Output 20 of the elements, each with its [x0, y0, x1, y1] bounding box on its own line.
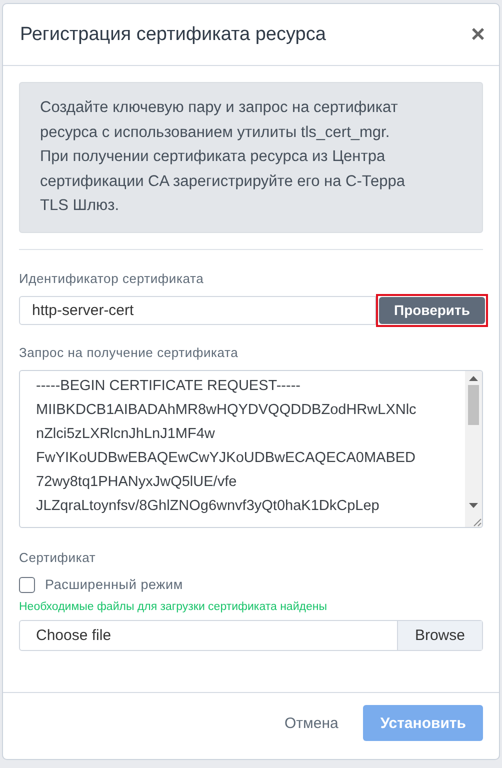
- section-label: Сертификат: [19, 550, 97, 564]
- resize-grip-icon[interactable]: [472, 516, 482, 526]
- identifier-field[interactable]: http-server-cert: [19, 296, 376, 324]
- request-textarea[interactable]: -----BEGIN CERTIFICATE REQUEST----- MIIBKDCB1AIBADAhMR8wHQYDVQQDDBZodHRwLXNlc nZlci5zLXRlcnJhLnJ1MF4w FwYIKoUDBwEBAQEwCwYJKoUDBwECAQECA0MABED 72wy8tq1PHANyxJwQ5lUE/vfe JLZqraLtoynfsv/8GhlZNOg6wnvf3yQt0haK1DkCpLep: [19, 370, 483, 528]
- info-message: Создайте ключевую пару и запрос на сертификат ресурса с использованием утилиты tls_cert_mgr. При получении сертификата ресурса из Центра сертификации CA зарегистрируйте его на С-Терра TLS Шлюз.: [19, 82, 483, 232]
- check-button[interactable]: Проверить: [379, 296, 485, 324]
- browse-button[interactable]: Browse: [396, 620, 482, 650]
- file-field[interactable]: Choose file Browse: [19, 620, 483, 650]
- scrollbar-thumb[interactable]: [468, 384, 479, 424]
- scroll-up-arrow-icon[interactable]: [469, 376, 478, 380]
- field-label: Запрос на получение сертификата: [19, 344, 240, 360]
- scrollbar[interactable]: [465, 370, 482, 526]
- cancel-button[interactable]: Отмена: [284, 714, 338, 732]
- checkbox-label: Расширенный режим: [45, 577, 183, 592]
- dialog-title: Регистрация сертификата ресурса: [20, 24, 326, 46]
- checkbox[interactable]: [19, 576, 35, 592]
- field-label: Идентификатор сертификата: [19, 270, 205, 286]
- status-message: Необходимые файлы для загрузки сертификата найдены: [19, 600, 328, 612]
- close-button[interactable]: ×: [470, 22, 485, 46]
- scroll-down-arrow-icon[interactable]: [469, 502, 478, 508]
